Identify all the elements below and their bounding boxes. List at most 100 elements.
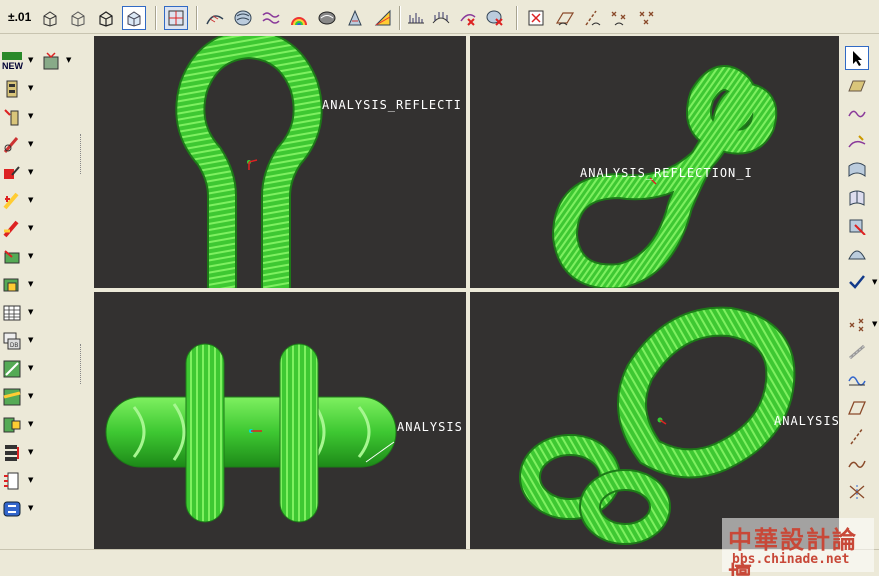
model-surface: [619, 308, 794, 477]
top-left-view[interactable]: ANALYSIS_REFLECTI: [94, 36, 466, 288]
chevron-down-icon[interactable]: ▼: [28, 364, 36, 372]
edit-icon[interactable]: [0, 162, 24, 184]
split-icon[interactable]: [0, 386, 24, 408]
precision-display[interactable]: ±.01: [8, 10, 31, 24]
measure-icon[interactable]: [0, 190, 24, 212]
chevron-down-icon[interactable]: ▼: [28, 280, 36, 288]
close-display-icon[interactable]: [524, 6, 548, 30]
curvature-analysis-icon[interactable]: [259, 6, 283, 30]
toolbar-separator: [155, 6, 157, 30]
point-display-icon[interactable]: [607, 6, 631, 30]
csys-display-icon[interactable]: [635, 6, 659, 30]
reflection-analysis-icon[interactable]: [231, 6, 255, 30]
datum-tools-icon[interactable]: [40, 50, 64, 72]
model-ring-right: [279, 343, 319, 523]
chevron-down-icon[interactable]: ▼: [28, 140, 36, 148]
point-icon[interactable]: [845, 312, 869, 336]
analysis-annotation: ANALYSIS: [774, 414, 839, 428]
analysis-annotation: ANALYSIS_REFLECTI: [322, 98, 462, 112]
new-button[interactable]: NEW: [0, 50, 26, 72]
layer-icon[interactable]: [0, 274, 24, 296]
wave-icon[interactable]: [845, 368, 869, 392]
intersect-icon[interactable]: [845, 480, 869, 504]
table-icon[interactable]: [0, 302, 24, 324]
database-icon[interactable]: DB: [0, 330, 24, 352]
list-icon[interactable]: [0, 470, 24, 492]
pin-icon[interactable]: [0, 78, 24, 100]
forum-watermark: 中華設計論壇 bbs.chinade.net: [722, 518, 874, 576]
graphics-viewport[interactable]: ANALYSIS_REFLECTI ANALYSIS_REFLECTION_I: [92, 34, 841, 549]
deviation-analysis-icon[interactable]: [456, 6, 480, 30]
chevron-down-icon[interactable]: ▼: [872, 278, 879, 286]
no-hidden-view-icon[interactable]: [94, 6, 118, 30]
shaded-view-icon[interactable]: [122, 6, 146, 30]
top-toolbar: ±.01: [0, 0, 879, 34]
select-icon[interactable]: [845, 46, 869, 70]
chevron-down-icon[interactable]: ▼: [28, 56, 36, 64]
boundary-icon[interactable]: [845, 186, 869, 210]
hidden-line-view-icon[interactable]: [66, 6, 90, 30]
chevron-down-icon[interactable]: ▼: [872, 320, 879, 328]
slope-analysis-icon[interactable]: [343, 6, 367, 30]
left-toolbar: NEW ▼ ▼ ▼ ▼ ▼ ▼ ▼ ▼ ▼ ▼ ▼ DB ▼ ▼ ▼ ▼ ▼ ▼…: [0, 34, 90, 549]
chevron-down-icon[interactable]: ▼: [28, 392, 36, 400]
toolbar-separator: [399, 6, 401, 30]
draft-analysis-icon[interactable]: [315, 6, 339, 30]
style-icon[interactable]: [845, 242, 869, 266]
chevron-down-icon[interactable]: ▼: [28, 448, 36, 456]
chain-icon[interactable]: [845, 340, 869, 364]
chevron-down-icon[interactable]: ▼: [28, 504, 36, 512]
sketch-curve-icon[interactable]: [845, 130, 869, 154]
toolbar-separator: [516, 6, 518, 30]
spline-icon[interactable]: [845, 452, 869, 476]
chevron-down-icon[interactable]: ▼: [28, 168, 36, 176]
toolbar-grip[interactable]: [80, 344, 84, 384]
analysis-annotation: ANALYSIS_REFLECTION_I: [580, 166, 753, 180]
right-toolbar: ▼ ▼: [841, 34, 879, 549]
toolbar-separator: [196, 6, 198, 30]
new-label: NEW: [2, 61, 24, 71]
surface-icon[interactable]: [845, 158, 869, 182]
shade-analysis-icon[interactable]: [287, 6, 311, 30]
datum-plane-icon[interactable]: [845, 396, 869, 420]
offset-analysis-icon[interactable]: [404, 6, 428, 30]
chevron-down-icon[interactable]: ▼: [28, 196, 36, 204]
chevron-down-icon[interactable]: ▼: [28, 84, 36, 92]
section-analysis-icon[interactable]: [371, 6, 395, 30]
plane-display-icon[interactable]: [553, 6, 577, 30]
done-checkmark-icon[interactable]: [845, 270, 869, 294]
chevron-down-icon[interactable]: ▼: [28, 252, 36, 260]
merge-icon[interactable]: [0, 414, 24, 436]
chevron-down-icon[interactable]: ▼: [28, 476, 36, 484]
group-icon[interactable]: [0, 498, 24, 520]
chevron-down-icon[interactable]: ▼: [28, 336, 36, 344]
axis-display-icon[interactable]: [580, 6, 604, 30]
svg-text:DB: DB: [10, 343, 18, 349]
chevron-down-icon[interactable]: ▼: [28, 420, 36, 428]
bottom-right-view[interactable]: ANALYSIS: [470, 292, 839, 549]
dashed-line-icon[interactable]: [845, 424, 869, 448]
sketch-tool-icon[interactable]: [0, 134, 24, 156]
chevron-down-icon[interactable]: ▼: [66, 56, 74, 64]
cad-application-window: ±.01 NEW ▼ ▼ ▼ ▼ ▼ ▼ ▼ ▼ ▼ ▼ ▼ DB ▼ ▼ ▼ …: [0, 0, 879, 576]
feature-icon[interactable]: [0, 246, 24, 268]
curve-analysis-icon[interactable]: [203, 6, 227, 30]
stack-icon[interactable]: [0, 442, 24, 464]
plane-icon[interactable]: [845, 74, 869, 98]
offset-surface-icon[interactable]: [845, 214, 869, 238]
curve-icon[interactable]: [845, 102, 869, 126]
top-right-view[interactable]: ANALYSIS_REFLECTION_I: [470, 36, 839, 288]
wireframe-view-icon[interactable]: [38, 6, 62, 30]
bottom-left-view[interactable]: ANALYSIS: [94, 292, 466, 549]
dimension-icon[interactable]: [0, 358, 24, 380]
view-manager-icon[interactable]: [164, 6, 188, 30]
relation-icon[interactable]: [0, 218, 24, 240]
chevron-down-icon[interactable]: ▼: [28, 308, 36, 316]
dihedral-analysis-icon[interactable]: [429, 6, 453, 30]
chevron-down-icon[interactable]: ▼: [28, 112, 36, 120]
toolbar-grip[interactable]: [80, 134, 84, 174]
axis-tool-icon[interactable]: [0, 106, 24, 128]
delete-analysis-icon[interactable]: [483, 6, 507, 30]
chevron-down-icon[interactable]: ▼: [28, 224, 36, 232]
watermark-title: 中華設計論壇: [728, 525, 858, 576]
